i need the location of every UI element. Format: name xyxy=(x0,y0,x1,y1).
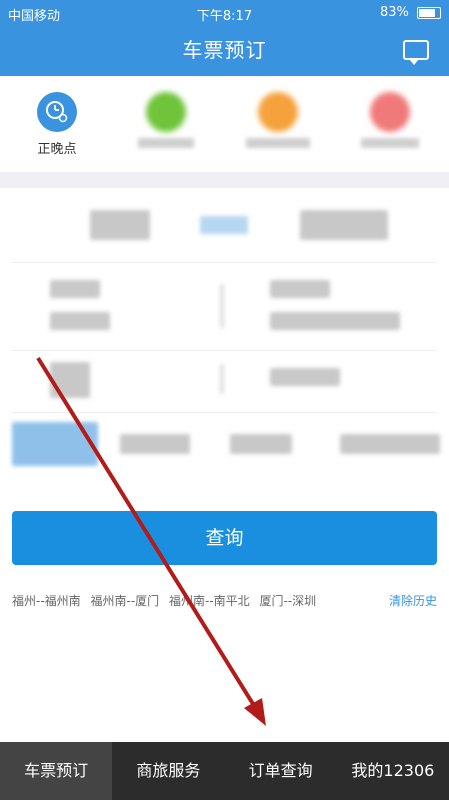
service-icon xyxy=(146,92,186,132)
tab-ticket-booking[interactable]: 车票预订 xyxy=(0,742,113,800)
clear-history-link[interactable]: 清除历史 xyxy=(382,592,437,609)
app-header: 中国移动 下午8:17 83% 车票预订 xyxy=(0,0,449,76)
clock-search-icon xyxy=(37,92,77,132)
history-item[interactable]: 福州南--南平北 xyxy=(169,592,250,609)
service-4[interactable] xyxy=(350,92,430,154)
divider-blur xyxy=(220,284,224,328)
from-station[interactable] xyxy=(90,210,150,240)
search-history: 福州--福州南 福州南--厦门 福州南--南平北 厦门--深圳 清除历史 xyxy=(12,592,437,609)
search-button[interactable]: 查询 xyxy=(12,511,437,565)
service-2[interactable] xyxy=(126,92,206,154)
filter-chip[interactable] xyxy=(120,434,190,454)
history-item[interactable]: 厦门--深圳 xyxy=(260,592,317,609)
swap-icon[interactable] xyxy=(200,216,248,234)
departure-date[interactable] xyxy=(50,280,100,298)
student-field[interactable] xyxy=(270,368,340,386)
page-title: 车票预订 xyxy=(182,38,267,62)
history-item[interactable]: 福州--福州南 xyxy=(12,592,81,609)
message-icon[interactable] xyxy=(403,40,429,65)
service-label-blurred xyxy=(238,138,318,154)
filter-chip-active[interactable] xyxy=(12,422,98,466)
service-delay[interactable]: 正晚点 xyxy=(17,92,97,157)
services-row: 正晚点 xyxy=(0,76,449,172)
seat-type[interactable] xyxy=(270,280,330,298)
to-station[interactable] xyxy=(300,210,388,240)
battery-icon xyxy=(417,6,441,19)
service-label: 正晚点 xyxy=(37,142,77,157)
history-item[interactable]: 福州南--厦门 xyxy=(91,592,160,609)
service-icon xyxy=(370,92,410,132)
service-label-blurred xyxy=(350,138,430,154)
seat-type-detail xyxy=(270,312,400,330)
status-bar: 中国移动 下午8:17 83% xyxy=(0,0,449,26)
tab-business-travel[interactable]: 商旅服务 xyxy=(112,742,224,800)
departure-date-detail xyxy=(50,312,110,330)
passenger-field[interactable] xyxy=(50,362,90,398)
service-3[interactable] xyxy=(238,92,318,154)
service-label-blurred xyxy=(126,138,206,154)
filter-chip[interactable] xyxy=(230,434,292,454)
battery-indicator: 83% xyxy=(380,5,441,20)
tab-my-12306[interactable]: 我的12306 xyxy=(337,742,449,800)
battery-percent: 83% xyxy=(379,5,409,20)
divider-blur xyxy=(220,364,224,394)
bottom-tab-bar: 车票预订 商旅服务 订单查询 我的12306 xyxy=(0,742,449,800)
tab-order-query[interactable]: 订单查询 xyxy=(225,742,337,800)
service-icon xyxy=(258,92,298,132)
section-divider xyxy=(0,172,449,188)
filter-chip[interactable] xyxy=(340,434,440,454)
booking-form xyxy=(0,188,449,478)
